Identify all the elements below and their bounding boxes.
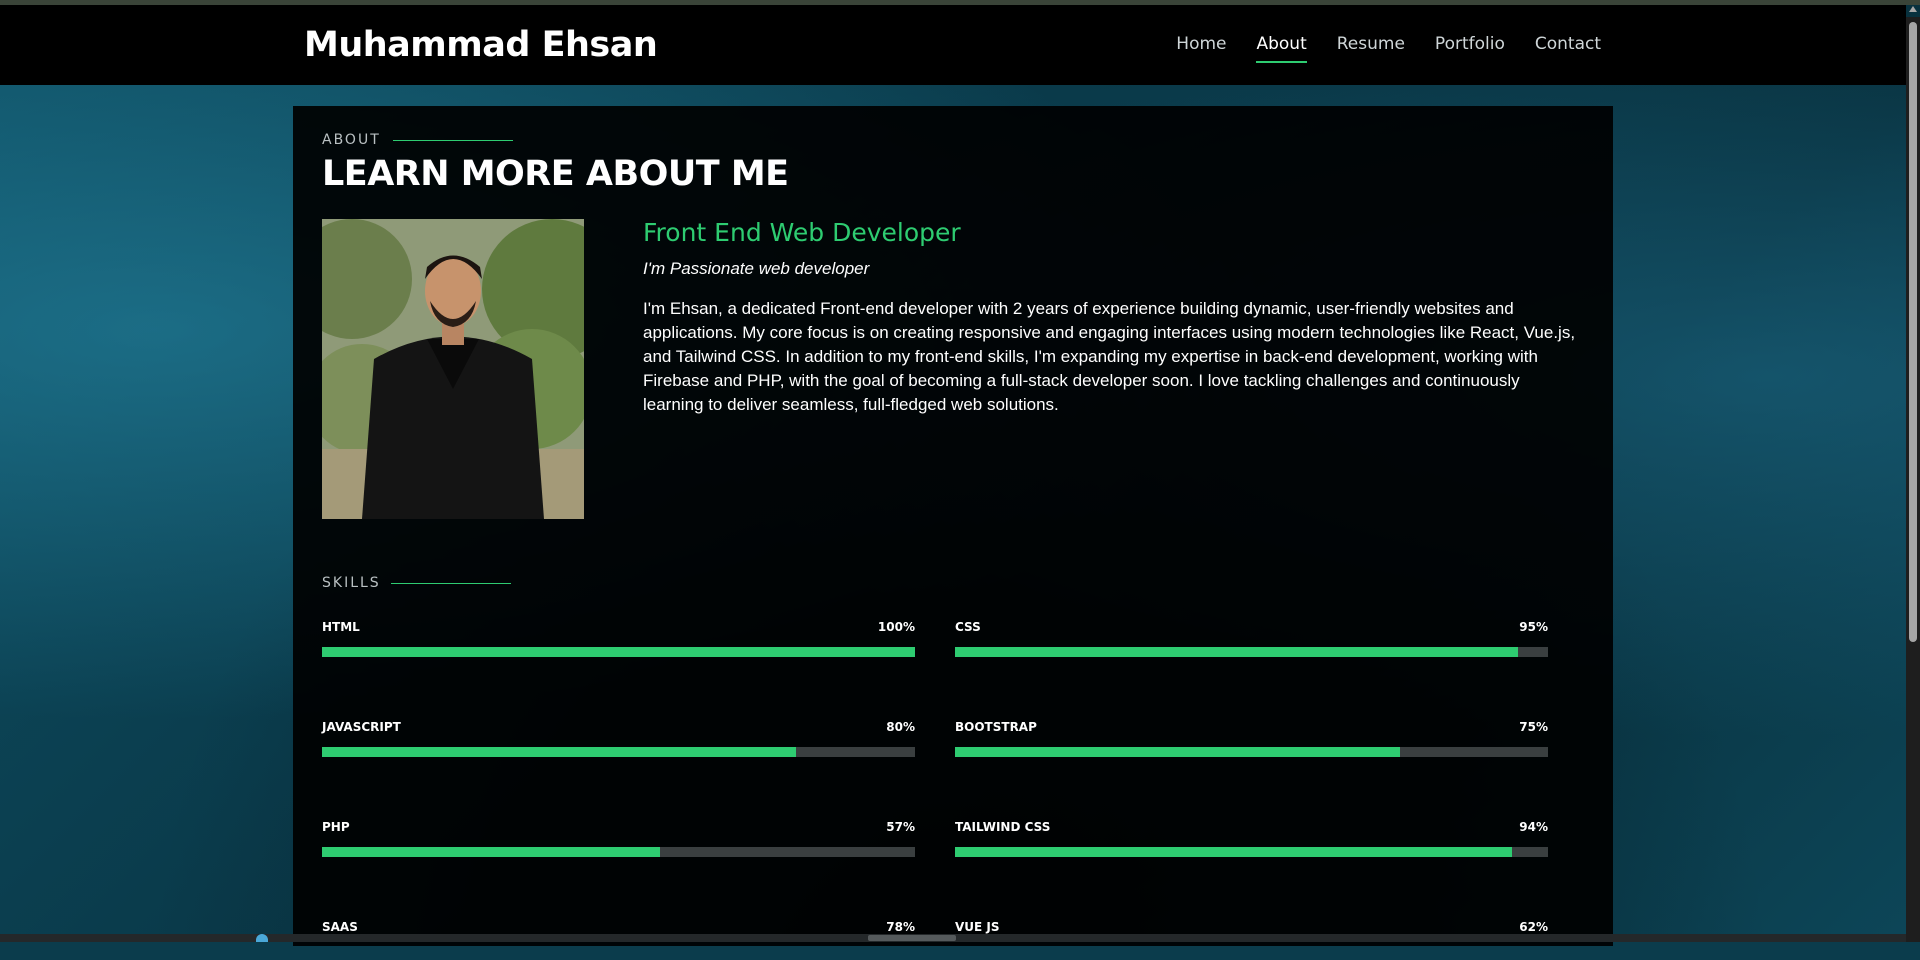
page-title: LEARN MORE ABOUT ME [322,154,789,194]
horizontal-scroll-thumb[interactable] [868,935,956,941]
about-section-label-text: ABOUT [322,132,381,148]
section-divider [390,582,511,584]
skill-percent: 80% [886,720,915,734]
skill-percent: 75% [1519,720,1548,734]
skill-progress-fill [322,847,660,857]
skill-name: TAILWIND CSS [955,820,1051,834]
section-divider [392,139,513,141]
skill-percent: 94% [1519,820,1548,834]
site-brand[interactable]: Muhammad Ehsan [304,25,658,65]
skills-section-label-text: SKILLS [322,575,381,591]
skill-progress-fill [955,647,1519,657]
skill-name: CSS [955,620,981,634]
skill-progress-bar [955,747,1548,757]
skill-html: HTML 100% [322,620,915,660]
nav-portfolio[interactable]: Portfolio [1435,34,1505,60]
role-heading: Front End Web Developer [643,218,961,247]
scroll-up-arrow-icon[interactable] [1909,6,1917,12]
skill-progress-bar [322,847,915,857]
skill-percent: 78% [886,920,915,934]
skill-percent: 57% [886,820,915,834]
skill-name: HTML [322,620,360,634]
nav-resume[interactable]: Resume [1337,34,1405,60]
nav-about[interactable]: About [1256,34,1308,63]
horizontal-scrollbar[interactable] [0,934,1920,942]
about-section-label: ABOUT [322,132,513,148]
skill-progress-bar [955,847,1548,857]
skill-progress-bar [322,647,915,657]
nav-contact[interactable]: Contact [1535,34,1601,60]
skill-name: VUE JS [955,920,1000,934]
profile-photo-illustration [322,219,584,519]
skill-percent: 100% [877,620,915,634]
skill-progress-bar [322,747,915,757]
skill-name: BOOTSTRAP [955,720,1037,734]
skill-percent: 95% [1519,620,1548,634]
bio-paragraph: I'm Ehsan, a dedicated Front-end develop… [643,299,1576,414]
skill-percent: 62% [1519,920,1548,934]
skills-section-label: SKILLS [322,575,511,591]
skill-tailwind: TAILWIND CSS 94% [955,820,1548,860]
main-nav: Home About Resume Portfolio Contact [1146,34,1601,63]
nav-home[interactable]: Home [1176,34,1226,60]
skill-progress-fill [322,647,915,657]
profile-photo [322,219,584,519]
skill-progress-bar [955,647,1548,657]
tagline: I'm Passionate web developer [643,259,870,278]
skill-bootstrap: BOOTSTRAP 75% [955,720,1548,760]
vertical-scroll-thumb[interactable] [1909,22,1917,642]
skill-name: SAAS [322,920,358,934]
skill-javascript: JAVASCRIPT 80% [322,720,915,760]
skill-php: PHP 57% [322,820,915,860]
skill-name: JAVASCRIPT [322,720,401,734]
skill-progress-fill [955,747,1400,757]
skill-progress-fill [322,747,797,757]
taskbar-indicator-icon [256,934,268,942]
skill-name: PHP [322,820,350,834]
skill-progress-fill [955,847,1513,857]
skill-css: CSS 95% [955,620,1548,660]
site-header: Muhammad Ehsan Home About Resume Portfol… [0,5,1906,85]
